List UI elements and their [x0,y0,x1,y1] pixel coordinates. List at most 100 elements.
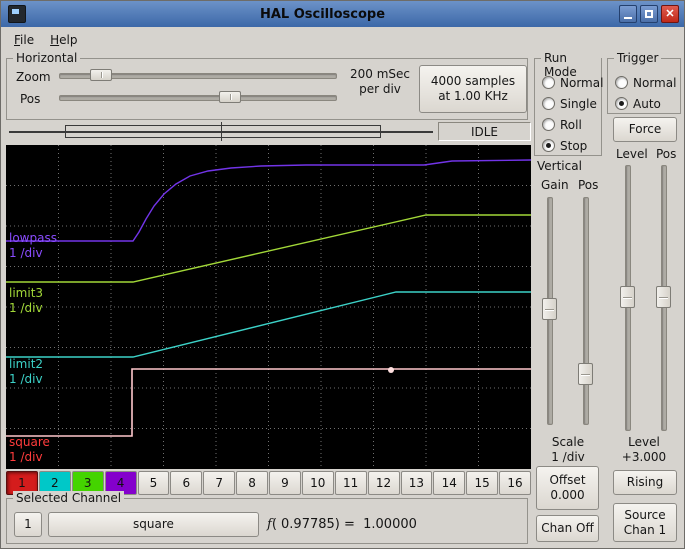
time-per-div-value: 200 mSec [349,67,410,81]
radio-icon [615,76,628,89]
trigger-pos-slider-handle[interactable] [656,286,671,308]
vertical-pos-slider-track[interactable] [583,197,589,425]
offset-button[interactable]: Offset 0.000 [536,466,599,510]
trigger-pos-label: Pos [656,147,677,161]
selected-channel-name-button[interactable]: square [48,512,259,537]
vertical-pos-slider-handle[interactable] [578,363,593,385]
chan-off-button[interactable]: Chan Off [536,515,599,542]
horizontal-pos-slider-track[interactable] [59,95,337,101]
channel-button-12[interactable]: 12 [367,471,400,495]
channel-button-13[interactable]: 13 [400,471,433,495]
trigger-level-slider[interactable] [620,163,635,433]
force-button[interactable]: Force [613,117,677,142]
source-channel: Chan 1 [623,522,667,537]
record-window-box[interactable] [65,125,381,138]
channel-button-6[interactable]: 6 [170,471,203,495]
radio-icon [615,97,628,110]
radio-icon [542,97,555,110]
radio-single[interactable]: Single [542,96,603,111]
selected-channel-number-button[interactable]: 1 [14,512,42,537]
channel-button-10[interactable]: 10 [301,471,334,495]
trigger-level-label: Level [616,147,648,161]
window-icon [8,5,26,23]
channel-button-15[interactable]: 15 [466,471,499,495]
horizontal-pos-slider[interactable] [57,90,339,105]
radio-label: Auto [633,96,661,111]
time-per-div-unit: per div [359,82,401,96]
offset-value: 0.000 [550,488,585,502]
run-mode-options: Normal Single Roll Stop [535,69,603,153]
trace-lowpass [6,159,531,242]
trigger-options: Normal Auto [608,69,676,111]
channel-button-5[interactable]: 5 [137,471,170,495]
trigger-level-value: +3.000 [621,450,667,464]
trigger-level-slider-handle[interactable] [620,286,635,308]
scale-value: 1 /div [551,450,585,464]
channel-button-16[interactable]: 16 [499,471,531,495]
offset-label: Offset [549,473,586,487]
horizontal-pos-label: Pos [20,92,41,106]
trigger-source-button[interactable]: Source Chan 1 [613,503,677,542]
channel-button-14[interactable]: 14 [433,471,466,495]
radio-label: Roll [560,117,582,132]
samples-button[interactable]: 4000 samples at 1.00 KHz [419,65,527,113]
samples-line1: 4000 samples [430,74,516,88]
zoom-slider-handle[interactable] [90,69,112,81]
radio-icon [542,139,555,152]
minimize-button[interactable] [619,5,637,23]
channel-button-7[interactable]: 7 [203,471,236,495]
zoom-slider[interactable] [57,68,339,83]
scope-canvas [6,145,531,469]
radio-auto[interactable]: Auto [615,96,676,111]
radio-roll[interactable]: Roll [542,117,603,132]
menu-help[interactable]: Help [42,30,85,50]
record-position-tick [221,122,222,141]
channel-button-11[interactable]: 11 [334,471,367,495]
trigger-section: Trigger Normal Auto [607,51,681,114]
scope-display[interactable]: lowpass 1 /div limit3 1 /div limit2 1 /div squ… [6,145,531,469]
radio-normal[interactable]: Normal [542,75,603,90]
titlebar: HAL Oscilloscope [1,1,684,27]
menubar: File Help [2,28,683,51]
selected-channel-legend: Selected Channel [13,491,125,505]
time-per-div: 200 mSec per div [343,67,417,97]
trigger-pos-slider[interactable] [656,163,671,433]
radio-stop[interactable]: Stop [542,138,603,153]
vertical-heading: Vertical [537,159,582,173]
run-mode-section: Run Mode Normal Single Roll Stop [534,51,603,156]
gain-slider[interactable] [542,195,557,427]
app-window: HAL Oscilloscope File Help Horizontal Zo… [0,0,685,549]
scale-heading: Scale [551,435,585,449]
horizontal-legend: Horizontal [13,51,81,65]
trigger-level-heading: Level [628,435,660,449]
radio-label: Single [560,96,597,111]
channel-button-9[interactable]: 9 [269,471,301,495]
menu-file[interactable]: File [6,30,42,50]
maximize-button[interactable] [640,5,658,23]
readout-value: ( 0.97785) = 1.00000 [271,517,417,532]
radio-label: Stop [560,138,588,153]
horizontal-pos-slider-handle[interactable] [219,91,241,103]
radio-label: Normal [633,75,677,90]
trigger-legend: Trigger [614,51,662,65]
radio-icon [542,76,555,89]
source-label: Source [624,507,666,522]
zoom-label: Zoom [16,70,51,84]
window-title: HAL Oscilloscope [259,6,386,22]
horizontal-section: Horizontal Zoom Pos 200 mSec per div 400… [6,51,528,120]
close-button[interactable] [661,5,679,23]
radio-normal[interactable]: Normal [615,75,676,90]
gain-slider-handle[interactable] [542,298,557,320]
rising-button[interactable]: Rising [613,470,677,495]
radio-label: Normal [560,75,604,90]
trigger-point-marker [388,367,394,373]
channel-value-readout: f( 0.97785) = 1.00000 [267,517,417,532]
vertical-pos-slider[interactable] [578,195,593,427]
samples-line2: at 1.00 KHz [438,89,508,103]
gain-label: Gain [541,178,569,192]
selected-channel-section: Selected Channel 1 square f( 0.97785) = … [6,491,528,544]
radio-icon [542,118,555,131]
channel-button-8[interactable]: 8 [236,471,268,495]
status-text: IDLE [470,124,499,139]
vertical-pos-label: Pos [578,178,599,192]
